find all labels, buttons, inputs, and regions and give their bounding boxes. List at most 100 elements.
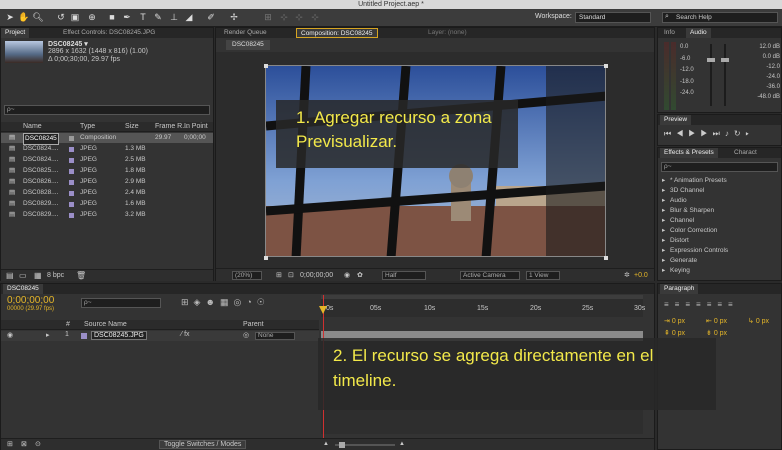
time-ruler[interactable]: 0s 05s 10s 15s 20s 25s 30s <box>321 295 645 317</box>
label-color[interactable] <box>69 147 74 152</box>
project-item-row[interactable]: ▤ DSC0824.... JPEG 1.3 MB <box>1 144 213 154</box>
last-frame-icon[interactable]: ⏭ <box>713 129 725 138</box>
draft-3d-icon[interactable]: ◈ <box>194 297 206 307</box>
roto-brush-tool-icon[interactable]: ✐ <box>205 11 217 23</box>
effect-category[interactable]: ▸ Expression Controls <box>658 246 781 256</box>
brainstorm-icon[interactable]: ☉ <box>257 297 270 307</box>
mask-icon[interactable]: ⊡ <box>288 271 294 279</box>
indent-left-field[interactable]: ⇥ 0 px <box>664 317 685 325</box>
zoom-slider-thumb[interactable] <box>339 442 345 448</box>
expand-triangle-icon[interactable]: ▸ <box>662 236 665 246</box>
expand-icon[interactable]: ▸ <box>46 331 50 339</box>
layer-name[interactable]: DSC08245.JPG <box>91 331 147 340</box>
slider-thumb[interactable] <box>707 58 715 62</box>
channel-icon[interactable]: ✿ <box>357 271 363 279</box>
timeline-timecode[interactable]: 0;00;00;00 <box>7 295 54 306</box>
graph-editor-icon[interactable]: ◔ <box>246 297 256 307</box>
justify-last-center-icon[interactable]: ≡ <box>707 300 718 309</box>
tab-render-queue[interactable]: Render Queue <box>220 28 271 38</box>
indent-right-field[interactable]: ⇤ 0 px <box>706 317 727 325</box>
layer-label-color[interactable] <box>81 333 87 339</box>
justify-last-right-icon[interactable]: ≡ <box>717 300 728 309</box>
audio-slider-left[interactable] <box>710 44 712 106</box>
zoom-select[interactable]: (20%) <box>232 271 262 280</box>
first-line-indent-field[interactable]: ↳ 0 px <box>748 317 769 325</box>
expand-triangle-icon[interactable]: ▸ <box>662 176 665 186</box>
project-item-row[interactable]: ▤ DSC08245 Composition 29.97 0;00;00 <box>1 133 213 145</box>
audio-toggle-icon[interactable]: ♪ <box>725 129 734 138</box>
rectangle-tool-icon[interactable]: ■ <box>106 11 118 23</box>
selection-tool-icon[interactable]: ➤ <box>4 11 16 23</box>
label-color[interactable] <box>69 136 74 141</box>
space-after-field[interactable]: ⇟ 0 px <box>706 329 727 337</box>
visibility-icon[interactable]: ◉ <box>7 331 13 339</box>
comp-name-button[interactable]: DSC08245 <box>226 40 270 50</box>
tab-timeline-comp[interactable]: DSC08245 <box>3 284 43 294</box>
project-item-row[interactable]: ▤ DSC0828.... JPEG 2.4 MB <box>1 188 213 198</box>
effect-category[interactable]: ▸ Color Correction <box>658 226 781 236</box>
modes-toggle-icon[interactable]: ⊠ <box>21 440 27 448</box>
layer-switches-icon[interactable]: ⁄ fx <box>181 331 190 338</box>
tab-paragraph[interactable]: Paragraph <box>660 284 699 294</box>
expand-triangle-icon[interactable]: ▸ <box>662 206 665 216</box>
effect-category[interactable]: ▸ Generate <box>658 256 781 266</box>
zoom-tool-icon[interactable]: 🔍︎ <box>32 11 44 23</box>
effect-category[interactable]: ▸ 3D Channel <box>658 186 781 196</box>
space-before-field[interactable]: ⇞ 0 px <box>664 329 685 337</box>
project-item-row[interactable]: ▤ DSC0826.... JPEG 2.9 MB <box>1 177 213 187</box>
camera-select[interactable]: Active Camera <box>460 271 520 280</box>
label-color[interactable] <box>69 213 74 218</box>
axis-world-icon[interactable]: ⊹ <box>293 11 305 23</box>
handle-tr[interactable] <box>604 64 608 68</box>
zoom-out-icon[interactable]: ▲ <box>323 441 329 447</box>
rotate-tool-icon[interactable]: ↺ <box>55 11 67 23</box>
handle-br[interactable] <box>604 256 608 260</box>
label-color[interactable] <box>69 169 74 174</box>
toggle-switches-modes-button[interactable]: Toggle Switches / Modes <box>159 440 247 449</box>
indent-left-value[interactable]: 0 px <box>672 318 685 325</box>
tab-audio[interactable]: Audio <box>686 28 711 38</box>
grid-icon[interactable]: ⊞ <box>276 271 282 279</box>
project-item-row[interactable]: ▤ DSC0824.... JPEG 2.5 MB <box>1 155 213 165</box>
project-item-row[interactable]: ▤ DSC0829.... JPEG 1.6 MB <box>1 199 213 209</box>
frame-blending-icon[interactable]: ▦ <box>220 297 234 307</box>
clone-tool-icon[interactable]: ⊥ <box>168 11 180 23</box>
effect-category[interactable]: ▸ Keying <box>658 266 781 276</box>
interpret-footage-icon[interactable]: ▤ <box>6 271 14 280</box>
label-color[interactable] <box>69 202 74 207</box>
space-before-value[interactable]: 0 px <box>672 330 685 337</box>
next-frame-icon[interactable]: ▶ <box>700 129 712 138</box>
align-icon[interactable]: ⊞ <box>262 11 274 23</box>
label-color[interactable] <box>69 191 74 196</box>
effect-category[interactable]: ▸ Audio <box>658 196 781 206</box>
label-color[interactable] <box>69 158 74 163</box>
workspace-select[interactable]: Standard <box>575 12 651 23</box>
expand-triangle-icon[interactable]: ▸ <box>662 226 665 236</box>
axis-view-icon[interactable]: ⊹ <box>309 11 321 23</box>
eraser-tool-icon[interactable]: ◢ <box>183 11 195 23</box>
loop-icon[interactable]: ↻ <box>734 129 746 138</box>
exposure-value[interactable]: +0.0 <box>634 272 648 279</box>
justify-last-left-icon[interactable]: ≡ <box>696 300 707 309</box>
expand-triangle-icon[interactable]: ▸ <box>662 256 665 266</box>
first-frame-icon[interactable]: ⏮ <box>664 129 676 138</box>
justify-all-icon[interactable]: ≡ <box>728 300 739 309</box>
work-area-bar[interactable] <box>321 295 643 299</box>
comp-timecode[interactable]: 0;00;00;00 <box>300 272 333 279</box>
brush-tool-icon[interactable]: ✎ <box>152 11 164 23</box>
space-after-value[interactable]: 0 px <box>714 330 727 337</box>
text-tool-icon[interactable]: T <box>137 11 149 23</box>
parent-pickwhip-icon[interactable]: ◎ <box>243 331 249 339</box>
play-icon[interactable]: ▶ <box>688 129 700 138</box>
column-parent[interactable]: Parent <box>243 321 264 328</box>
resolution-select[interactable]: Half <box>382 271 426 280</box>
align-center-icon[interactable]: ≡ <box>675 300 686 309</box>
prev-frame-icon[interactable]: ◀ <box>676 129 688 138</box>
motion-blur-icon[interactable]: ◎ <box>233 297 246 307</box>
tab-preview[interactable]: Preview <box>660 115 692 125</box>
tab-layer[interactable]: Layer: (none) <box>424 28 471 38</box>
effect-category[interactable]: ▸ * Animation Presets <box>658 176 781 186</box>
handle-bl[interactable] <box>264 256 268 260</box>
align-right-icon[interactable]: ≡ <box>685 300 696 309</box>
column-in-point[interactable]: In Point <box>184 123 208 130</box>
